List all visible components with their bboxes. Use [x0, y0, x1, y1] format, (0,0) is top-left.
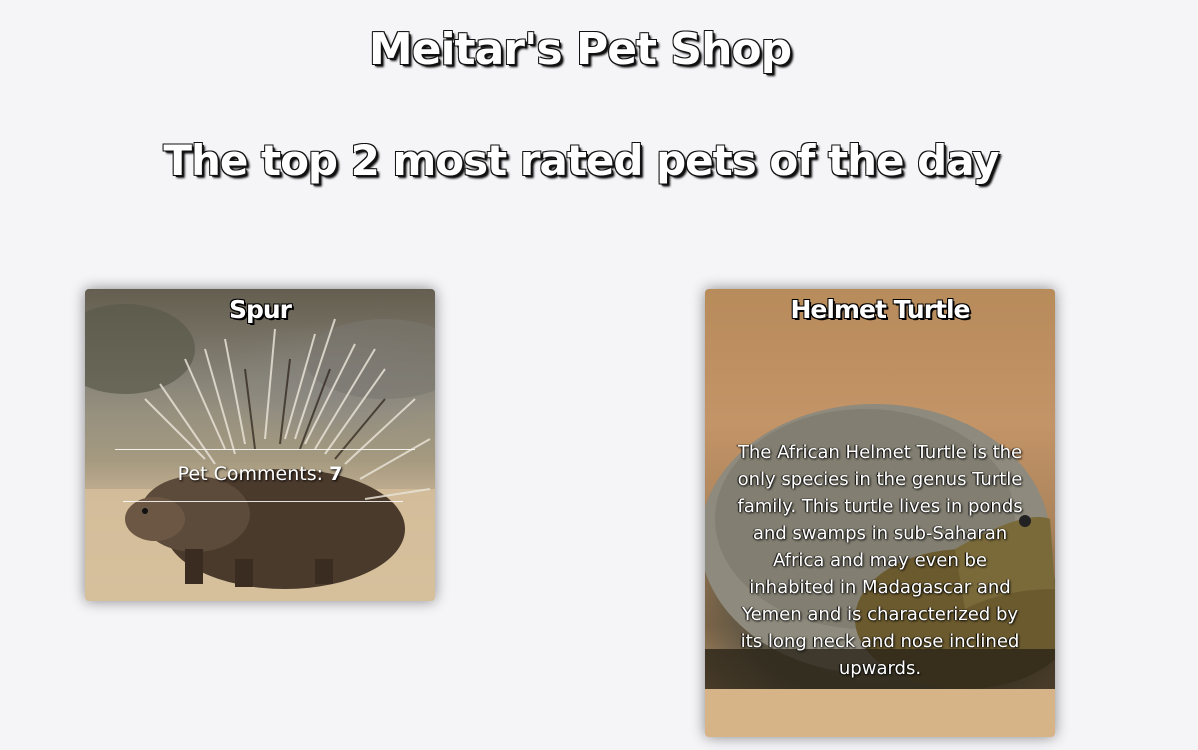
- pet-name[interactable]: Spur: [85, 295, 435, 324]
- divider: [115, 449, 415, 450]
- pet-description: The African Helmet Turtle is the only sp…: [737, 442, 1023, 679]
- pet-comments-label: Pet Comments:: [177, 463, 324, 485]
- shop-title: Meitar's Pet Shop: [368, 24, 792, 75]
- pet-card-spur[interactable]: Spur Pet Comments: 7: [85, 289, 435, 601]
- divider: [123, 501, 403, 502]
- pet-comments: Pet Comments: 7: [85, 463, 435, 485]
- pet-comments-count: 7: [329, 463, 343, 485]
- page: Meitar's Pet Shop The top 2 most rated p…: [0, 0, 1198, 750]
- pet-name[interactable]: Helmet Turtle: [705, 295, 1055, 324]
- porcupine-photo: [85, 289, 435, 601]
- pet-card-helmet-turtle[interactable]: Helmet Turtle The African Helmet Turtle …: [705, 289, 1055, 737]
- page-subtitle: The top 2 most rated pets of the day: [163, 136, 999, 185]
